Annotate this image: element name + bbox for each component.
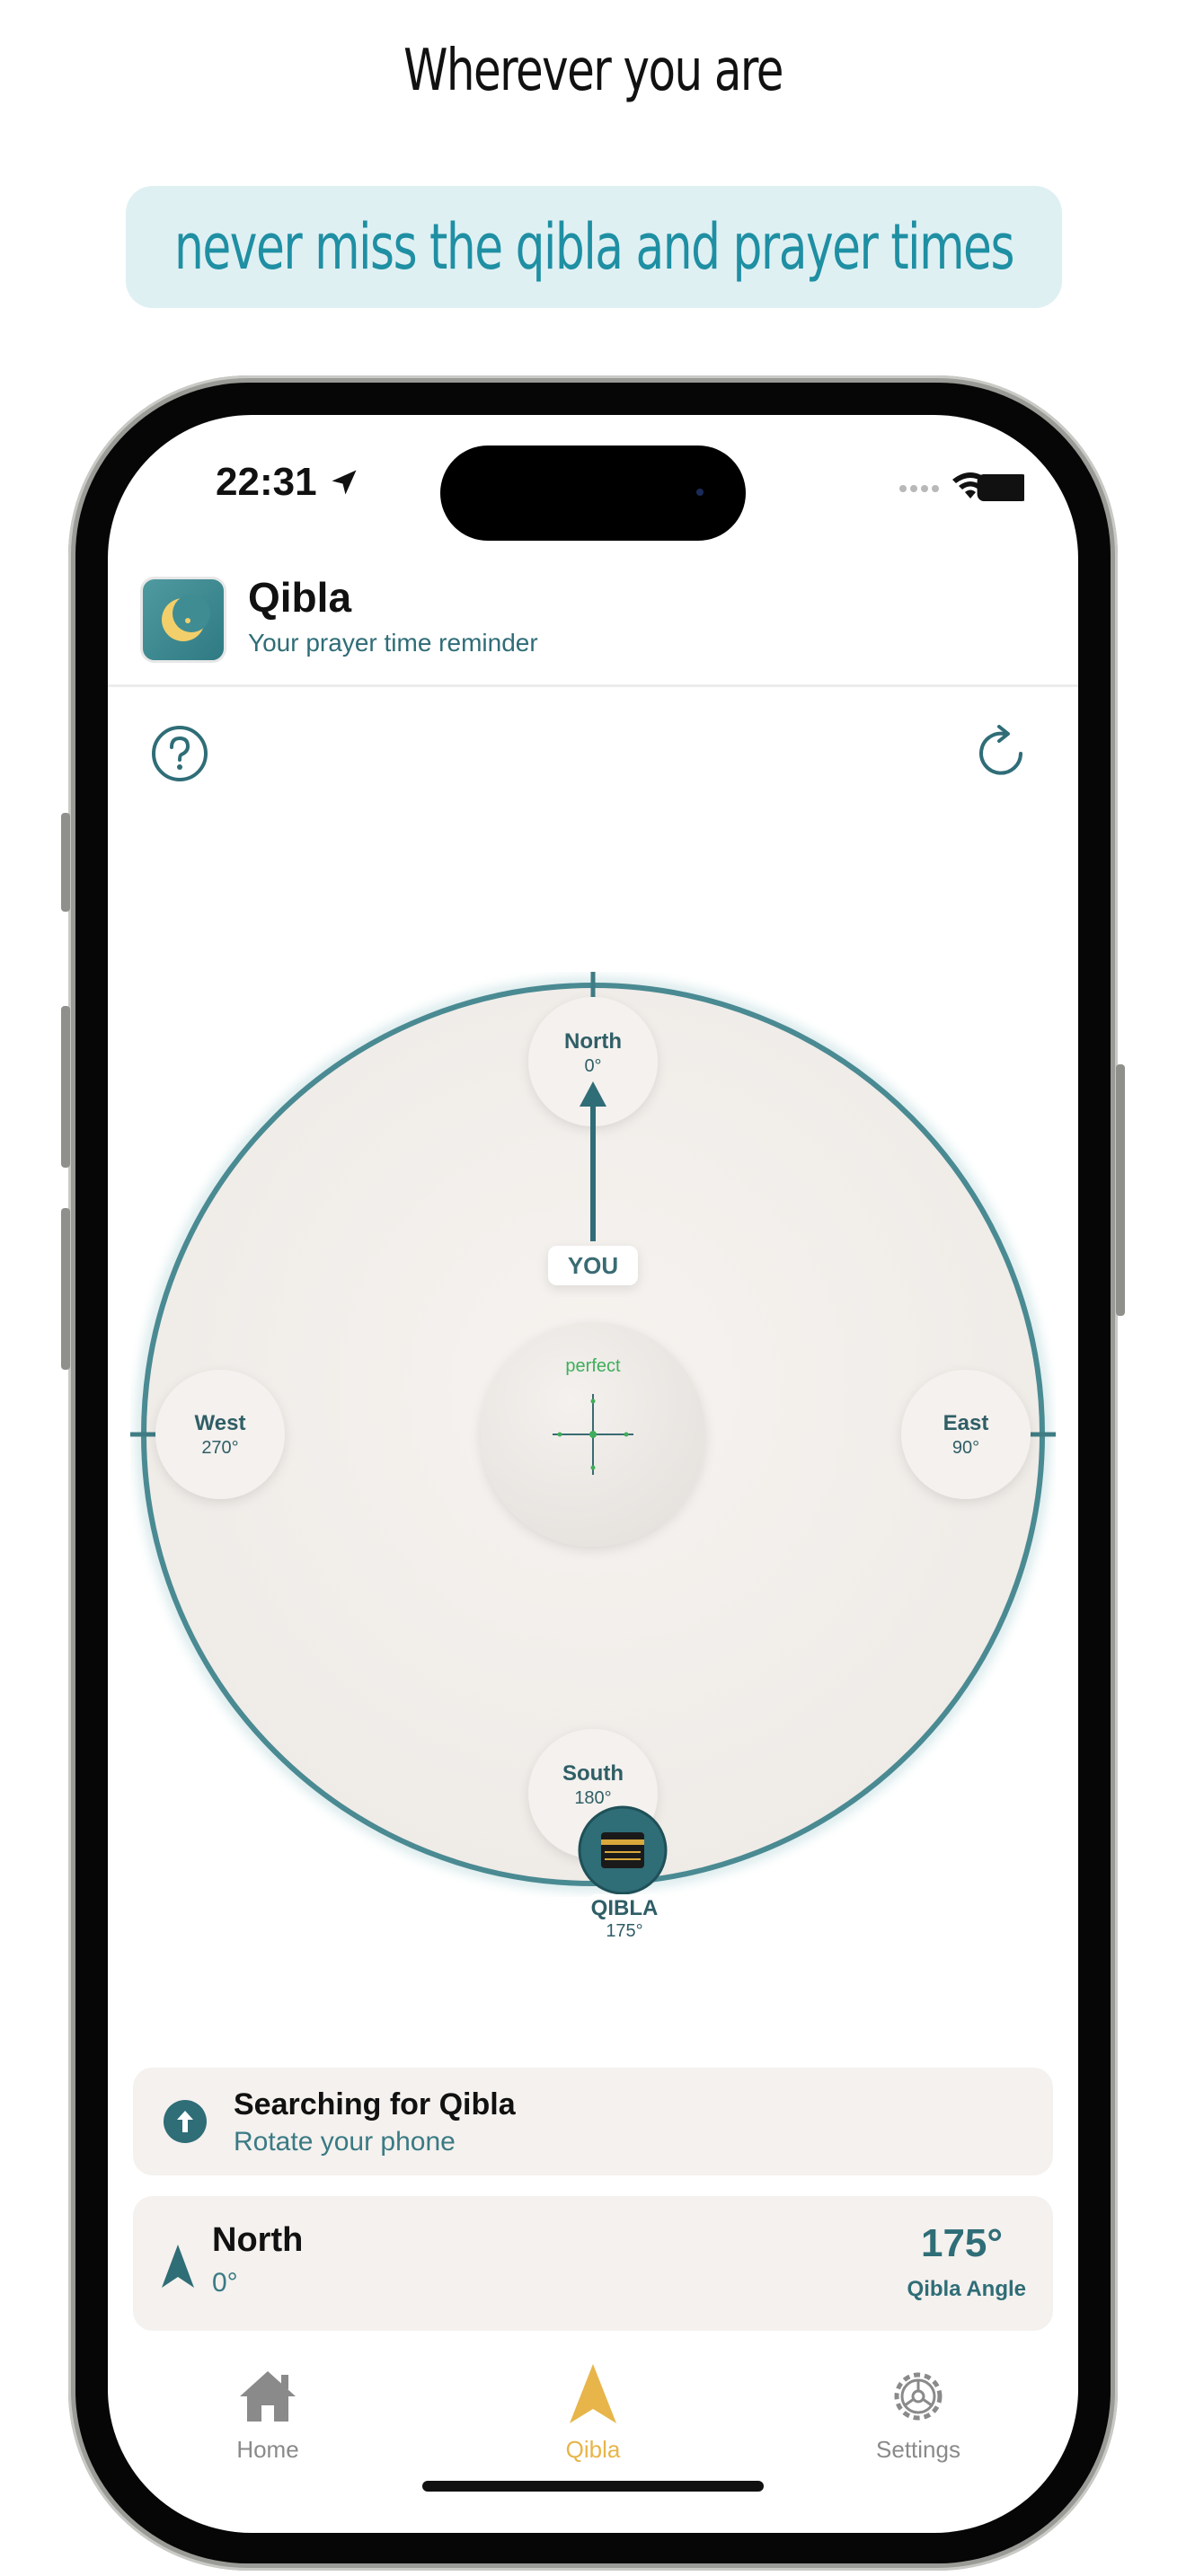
promo-tagline-pill: never miss the qibla and prayer times <box>126 186 1062 308</box>
refresh-button[interactable] <box>976 725 1033 782</box>
location-arrow-icon <box>332 470 357 495</box>
heading-card: North 0° 175° Qibla Angle <box>133 2196 1053 2331</box>
qibla-compass: North 0° East 90° West 270° South 180° Y… <box>130 972 1056 1897</box>
app-logo <box>140 577 226 663</box>
navigation-arrow-icon <box>162 2245 194 2288</box>
gear-icon <box>894 2372 943 2421</box>
east-label: East <box>943 1411 989 1435</box>
power-button <box>1116 1064 1125 1316</box>
heading-degrees: 0° <box>212 2268 238 2298</box>
status-time-text: 22:31 <box>216 460 317 504</box>
phone-screen: 22:31 Qibla Your prayer time reminder No… <box>108 415 1078 2533</box>
arrow-up-circle-icon <box>164 2100 207 2143</box>
cellular-dots-icon <box>899 485 939 492</box>
volume-down-button <box>61 1208 70 1370</box>
tab-home[interactable]: Home <box>178 2346 358 2481</box>
camera-dot <box>696 489 704 496</box>
tab-settings-label: Settings <box>876 2436 960 2463</box>
north-label: North <box>564 1029 622 1054</box>
dynamic-island <box>440 446 746 541</box>
status-time: 22:31 <box>216 460 360 505</box>
action-button <box>61 813 70 912</box>
refresh-icon <box>979 725 1022 775</box>
qibla-degrees: 175° <box>606 1921 643 1941</box>
west-label: West <box>195 1411 246 1435</box>
south-degrees: 180° <box>574 1788 611 1808</box>
qibla-label: QIBLA <box>590 1896 659 1920</box>
north-degrees: 0° <box>584 1056 601 1076</box>
qibla-marker-label: QIBLA 175° <box>589 1894 660 1948</box>
battery-icon <box>977 474 1029 501</box>
east-degrees: 90° <box>952 1438 979 1458</box>
tab-bar: Home Qibla Settings <box>108 2346 1078 2490</box>
kaaba-icon <box>578 1805 668 1895</box>
you-label: YOU <box>568 1252 618 1279</box>
heading-direction: North <box>212 2221 304 2259</box>
status-icons <box>791 469 1029 505</box>
south-label: South <box>562 1761 624 1786</box>
tab-qibla[interactable]: Qibla <box>503 2346 683 2481</box>
search-status-card: Searching for Qibla Rotate your phone <box>133 2068 1053 2175</box>
promo-headline: Wherever you are <box>403 38 783 104</box>
qibla-angle-value: 175° <box>920 2221 1003 2265</box>
tab-home-label: Home <box>236 2436 299 2463</box>
app-title: Qibla <box>248 574 352 621</box>
tab-settings[interactable]: Settings <box>828 2346 1008 2481</box>
volume-up-button <box>61 1006 70 1168</box>
help-button[interactable] <box>151 725 208 782</box>
qibla-arrow-icon <box>570 2364 616 2423</box>
question-icon <box>152 726 208 781</box>
app-subtitle: Your prayer time reminder <box>248 629 538 657</box>
level-status: perfect <box>565 1356 621 1376</box>
status-subtitle: Rotate your phone <box>234 2127 456 2157</box>
home-indicator[interactable] <box>422 2481 764 2492</box>
house-icon <box>240 2371 296 2422</box>
tab-qibla-label: Qibla <box>565 2436 621 2463</box>
crescent-moon-icon <box>162 595 210 641</box>
promo-tagline: never miss the qibla and prayer times <box>174 210 1014 284</box>
west-degrees: 270° <box>201 1438 238 1458</box>
status-title: Searching for Qibla <box>234 2087 516 2122</box>
app-header: Qibla Your prayer time reminder <box>108 568 1078 687</box>
qibla-angle-label: Qibla Angle <box>907 2277 1026 2301</box>
